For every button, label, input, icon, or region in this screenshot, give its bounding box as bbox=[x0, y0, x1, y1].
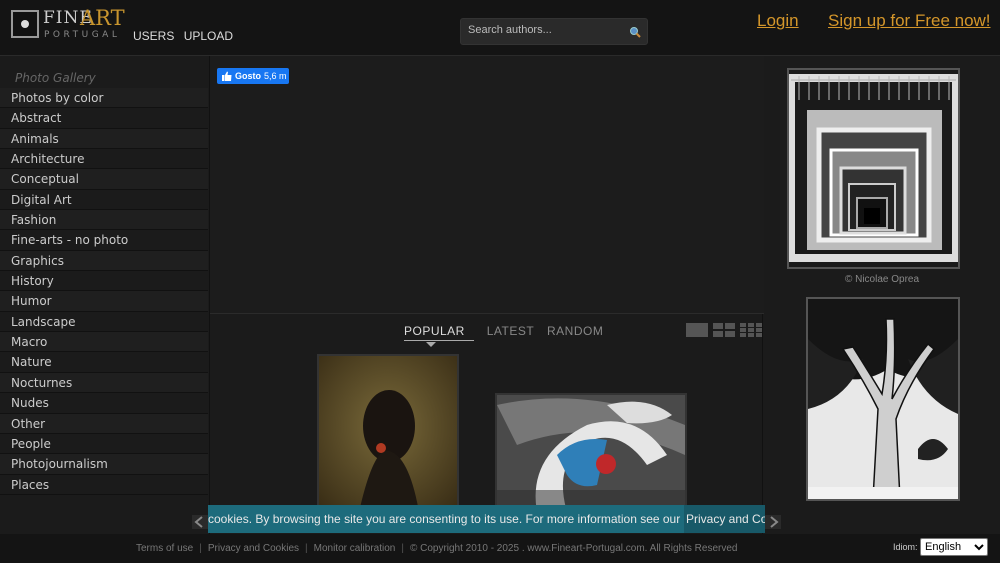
featured-photo-staircase[interactable] bbox=[787, 68, 960, 269]
sidebar-item-macro[interactable]: Macro bbox=[0, 332, 208, 353]
signup-link[interactable]: Sign up for Free now! bbox=[828, 11, 991, 31]
photo-woman-rose-image bbox=[319, 356, 457, 512]
thumbs-up-icon bbox=[222, 71, 232, 81]
gallery-photo-spiral-stairs[interactable] bbox=[495, 393, 687, 514]
sidebar-item-humor[interactable]: Humor bbox=[0, 291, 208, 312]
footer-separator: | bbox=[199, 543, 202, 554]
tab-popular[interactable]: POPULAR bbox=[404, 324, 474, 347]
footer-separator: | bbox=[305, 543, 308, 554]
tab-popular-label: POPULAR bbox=[404, 324, 465, 338]
category-sidebar: Photo Gallery Photos by color Abstract A… bbox=[0, 68, 208, 495]
author-search bbox=[460, 18, 648, 45]
language-label: Idiom: bbox=[893, 542, 918, 552]
sidebar-item-fine-arts[interactable]: Fine-arts - no photo bbox=[0, 230, 208, 251]
footer-separator: | bbox=[401, 543, 404, 554]
search-input[interactable] bbox=[468, 24, 618, 36]
like-label: Gosto bbox=[235, 71, 261, 81]
footer-monitor-link[interactable]: Monitor calibration bbox=[314, 543, 396, 554]
active-tab-caret-icon bbox=[426, 342, 436, 347]
sidebar-item-nocturnes[interactable]: Nocturnes bbox=[0, 372, 208, 394]
logo-art-text: ART bbox=[80, 6, 125, 30]
photo-tree-image bbox=[808, 299, 958, 499]
sidebar-item-conceptual[interactable]: Conceptual bbox=[0, 169, 208, 190]
search-icon[interactable] bbox=[629, 26, 641, 38]
gallery-tabs: POPULAR LATEST RANDOM bbox=[404, 324, 612, 347]
view-medium-icon[interactable] bbox=[713, 323, 735, 337]
logo-camera-icon bbox=[11, 10, 39, 38]
view-small-icon[interactable] bbox=[740, 323, 762, 337]
tab-random[interactable]: RANDOM bbox=[547, 324, 603, 338]
cookie-consent-banner: cookies. By browsing the site you are co… bbox=[208, 505, 765, 533]
category-list: Photos by color Abstract Animals Archite… bbox=[0, 88, 208, 495]
main-content: Gosto 5,6 m POPULAR LATEST RANDOM bbox=[209, 56, 764, 534]
sidebar-item-other[interactable]: Other bbox=[0, 413, 208, 434]
page-footer: Terms of use | Privacy and Cookies | Monitor… bbox=[0, 534, 1000, 563]
top-header: FINE ART PORTUGAL USERS UPLOAD Login Sig… bbox=[0, 0, 1000, 56]
login-link[interactable]: Login bbox=[757, 11, 799, 31]
language-select[interactable]: English bbox=[920, 538, 988, 556]
logo-portugal-text: PORTUGAL bbox=[44, 30, 121, 40]
slider-next-arrow-icon[interactable] bbox=[765, 515, 781, 529]
gallery-photo-woman-rose[interactable] bbox=[317, 354, 459, 514]
footer-privacy-link[interactable]: Privacy and Cookies bbox=[208, 543, 299, 554]
banner-area: Gosto 5,6 m bbox=[210, 56, 764, 314]
sidebar-heading: Photo Gallery bbox=[15, 71, 96, 85]
sidebar-item-landscape[interactable]: Landscape bbox=[0, 312, 208, 333]
nav-users-link[interactable]: USERS bbox=[133, 29, 174, 43]
photo-credit: © Nicolae Oprea bbox=[844, 274, 920, 285]
slider-prev-arrow-icon[interactable] bbox=[192, 515, 208, 529]
sidebar-item-graphics[interactable]: Graphics bbox=[0, 250, 208, 272]
footer-copyright: © Copyright 2010 - 2025 . www.Fineart-Po… bbox=[409, 543, 738, 554]
photo-spiral-stairs-image bbox=[497, 395, 685, 512]
like-count: 5,6 m bbox=[264, 71, 287, 81]
sidebar-item-abstract[interactable]: Abstract bbox=[0, 108, 208, 129]
tab-latest[interactable]: LATEST bbox=[487, 324, 534, 338]
sidebar-item-history[interactable]: History bbox=[0, 271, 208, 292]
top-nav: USERS UPLOAD bbox=[133, 29, 239, 43]
sidebar-item-people[interactable]: People bbox=[0, 434, 208, 455]
sidebar-item-architecture[interactable]: Architecture bbox=[0, 149, 208, 170]
site-logo[interactable]: FINE ART PORTUGAL bbox=[11, 6, 125, 42]
photo-staircase-image bbox=[789, 70, 958, 267]
sidebar-item-photos-by-color[interactable]: Photos by color bbox=[0, 88, 208, 109]
sidebar-item-nudes[interactable]: Nudes bbox=[0, 393, 208, 414]
sidebar-item-nature[interactable]: Nature bbox=[0, 352, 208, 373]
view-mode-switcher bbox=[686, 323, 762, 337]
cookie-privacy-link[interactable]: Privacy and Cookies bbox=[684, 505, 765, 533]
cookie-text: cookies. By browsing the site you are co… bbox=[208, 512, 681, 526]
featured-photo-tree[interactable] bbox=[806, 297, 960, 501]
footer-links: Terms of use | Privacy and Cookies | Monitor… bbox=[136, 543, 737, 554]
sidebar-item-digital-art[interactable]: Digital Art bbox=[0, 190, 208, 211]
sidebar-item-fashion[interactable]: Fashion bbox=[0, 210, 208, 231]
sidebar-item-places[interactable]: Places bbox=[0, 475, 208, 495]
nav-upload-link[interactable]: UPLOAD bbox=[184, 29, 233, 43]
sidebar-item-animals[interactable]: Animals bbox=[0, 128, 208, 150]
sidebar-item-photojournalism[interactable]: Photojournalism bbox=[0, 454, 208, 475]
footer-terms-link[interactable]: Terms of use bbox=[136, 543, 193, 554]
view-large-icon[interactable] bbox=[686, 323, 708, 337]
facebook-like-button[interactable]: Gosto 5,6 m bbox=[217, 68, 289, 84]
featured-column: © Nicolae Oprea bbox=[764, 56, 1000, 534]
